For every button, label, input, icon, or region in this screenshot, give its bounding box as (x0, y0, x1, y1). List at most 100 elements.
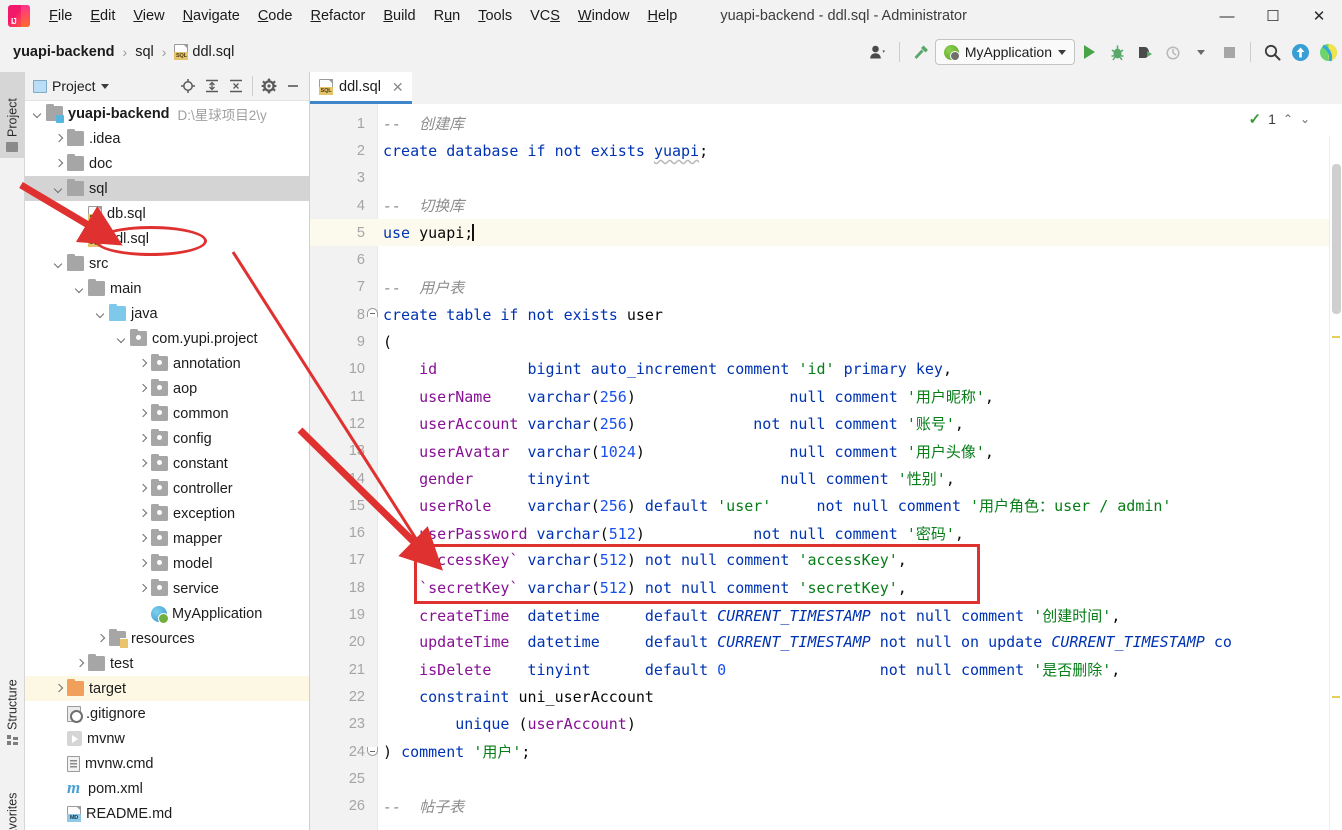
fold-column[interactable] (365, 110, 378, 137)
build-hammer-icon[interactable] (907, 38, 935, 66)
tree-node-main[interactable]: main (25, 276, 309, 301)
chevron-right-icon[interactable] (136, 582, 150, 596)
fold-column[interactable] (365, 247, 378, 274)
chevron-right-icon[interactable] (52, 682, 66, 696)
tree-node--gitignore[interactable]: .gitignore (25, 701, 309, 726)
fold-column[interactable] (365, 683, 378, 710)
tree-node-mvnw[interactable]: mvnw (25, 726, 309, 751)
code-line-23[interactable]: 23 unique (userAccount) (310, 711, 1342, 738)
code-line-20[interactable]: 20 updateTime datetime default CURRENT_T… (310, 629, 1342, 656)
tree-node-exception[interactable]: exception (25, 501, 309, 526)
code-line-10[interactable]: 10 id bigint auto_increment comment 'id'… (310, 356, 1342, 383)
code-line-14[interactable]: 14 gender tinyint null comment '性别', (310, 465, 1342, 492)
code-line-22[interactable]: 22 constraint uni_userAccount (310, 683, 1342, 710)
code-editor[interactable]: 1 -- 创建库 2 create database if not exists yu… (310, 104, 1342, 830)
menu-vcs[interactable]: VCS (521, 4, 569, 28)
code-line-17[interactable]: 17 `accessKey` varchar(512) not null com… (310, 547, 1342, 574)
fold-column[interactable] (365, 547, 378, 574)
code-line-4[interactable]: 4 -- 切换库 (310, 192, 1342, 219)
tree-node-db-sql[interactable]: db.sql (25, 201, 309, 226)
code-line-26[interactable]: 26 -- 帖子表 (310, 793, 1342, 820)
tree-node-java[interactable]: java (25, 301, 309, 326)
menu-refactor[interactable]: Refactor (302, 4, 375, 28)
tree-node-pom-xml[interactable]: pom.xml (25, 776, 309, 801)
fold-column[interactable] (365, 328, 378, 355)
profile-user-icon[interactable] (864, 38, 892, 66)
tree-node--idea[interactable]: .idea (25, 126, 309, 151)
tree-node-config[interactable]: config (25, 426, 309, 451)
fold-column[interactable] (365, 165, 378, 192)
tree-node-test[interactable]: test (25, 651, 309, 676)
menu-file[interactable]: File (40, 4, 81, 28)
fold-column[interactable] (365, 274, 378, 301)
scrollbar-thumb[interactable] (1332, 164, 1341, 314)
chevron-right-icon[interactable] (136, 482, 150, 496)
fold-toggle-icon[interactable] (367, 746, 378, 756)
chevron-down-icon[interactable] (94, 307, 108, 321)
profiler-dropdown-icon[interactable] (1187, 38, 1215, 66)
stop-button[interactable] (1215, 38, 1243, 66)
breadcrumb-item-folder[interactable]: sql (132, 42, 157, 62)
tree-node-service[interactable]: service (25, 576, 309, 601)
code-line-13[interactable]: 13 userAvatar varchar(1024) null comment… (310, 438, 1342, 465)
menu-run[interactable]: Run (425, 4, 470, 28)
debug-button[interactable] (1103, 38, 1131, 66)
tree-node-target[interactable]: target (25, 676, 309, 701)
fold-column[interactable] (365, 410, 378, 437)
close-button[interactable]: ✕ (1296, 0, 1342, 32)
fold-column[interactable] (365, 574, 378, 601)
fold-column[interactable] (365, 438, 378, 465)
breadcrumb-item-project[interactable]: yuapi-backend (10, 42, 118, 62)
tree-node-myapplication[interactable]: MyApplication (25, 601, 309, 626)
fold-column[interactable] (365, 192, 378, 219)
run-button[interactable] (1075, 38, 1103, 66)
tree-node-mvnw-cmd[interactable]: mvnw.cmd (25, 751, 309, 776)
tree-node-resources[interactable]: resources (25, 626, 309, 651)
close-icon[interactable]: ✕ (392, 80, 404, 94)
fold-column[interactable] (365, 711, 378, 738)
fold-column[interactable] (365, 137, 378, 164)
menu-navigate[interactable]: Navigate (174, 4, 249, 28)
fold-column[interactable] (365, 219, 378, 246)
code-line-2[interactable]: 2 create database if not exists yuapi; (310, 137, 1342, 164)
code-line-7[interactable]: 7 -- 用户表 (310, 274, 1342, 301)
fold-column[interactable] (365, 738, 378, 765)
tool-window-tab-project[interactable]: Project (0, 72, 25, 158)
plugin-colored-icon[interactable] (1314, 38, 1342, 66)
chevron-right-icon[interactable] (136, 532, 150, 546)
menu-tools[interactable]: Tools (469, 4, 521, 28)
minimize-button[interactable]: — (1204, 0, 1250, 32)
code-line-19[interactable]: 19 createTime datetime default CURRENT_T… (310, 601, 1342, 628)
chevron-down-icon[interactable] (73, 282, 87, 296)
chevron-right-icon[interactable] (136, 557, 150, 571)
tool-window-tab-structure[interactable]: Structure (0, 647, 25, 752)
chevron-down-icon[interactable] (52, 257, 66, 271)
previous-problem-icon[interactable]: ⌃ (1283, 112, 1293, 126)
menu-build[interactable]: Build (374, 4, 424, 28)
menu-window[interactable]: Window (569, 4, 639, 28)
update-project-icon[interactable] (1286, 38, 1314, 66)
breadcrumb-item-file[interactable]: ddl.sql (171, 42, 237, 62)
code-line-1[interactable]: 1 -- 创建库 (310, 110, 1342, 137)
chevron-down-icon[interactable] (52, 182, 66, 196)
tree-node-src[interactable]: src (25, 251, 309, 276)
menu-view[interactable]: View (124, 4, 173, 28)
profiler-button[interactable] (1159, 38, 1187, 66)
chevron-right-icon[interactable] (136, 407, 150, 421)
next-problem-icon[interactable]: ⌄ (1300, 112, 1310, 126)
code-line-25[interactable]: 25 (310, 765, 1342, 792)
fold-column[interactable] (365, 601, 378, 628)
chevron-right-icon[interactable] (136, 457, 150, 471)
editor-scrollbar[interactable] (1329, 136, 1342, 830)
fold-column[interactable] (365, 356, 378, 383)
fold-toggle-icon[interactable] (367, 308, 378, 318)
code-line-11[interactable]: 11 userName varchar(256) null comment '用… (310, 383, 1342, 410)
chevron-right-icon[interactable] (52, 132, 66, 146)
tree-node-annotation[interactable]: annotation (25, 351, 309, 376)
menu-help[interactable]: Help (638, 4, 686, 28)
code-line-24[interactable]: 24) comment '用户'; (310, 738, 1342, 765)
tree-node-model[interactable]: model (25, 551, 309, 576)
fold-column[interactable] (365, 793, 378, 820)
project-view-selector[interactable]: Project (33, 78, 109, 94)
select-opened-file-icon[interactable] (176, 74, 200, 98)
